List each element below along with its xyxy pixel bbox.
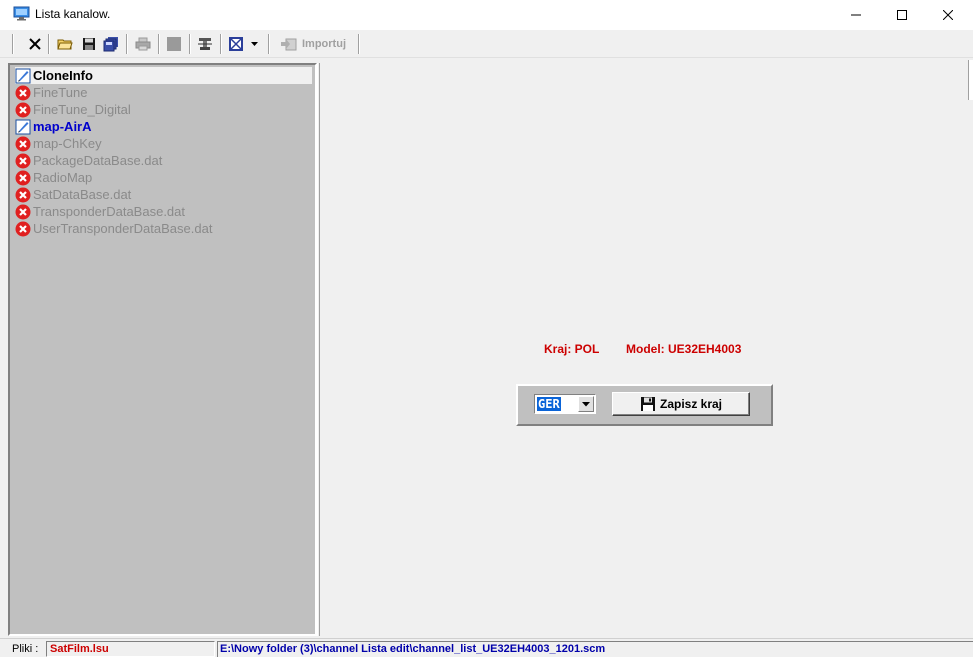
edit-icon xyxy=(15,119,31,134)
open-folder-icon xyxy=(57,39,73,50)
model-info: Model: UE32EH4003 xyxy=(626,342,742,356)
tree-item[interactable]: map-ChKey xyxy=(15,135,102,152)
save-country-label: Zapisz kraj xyxy=(659,397,723,411)
window-title: Lista kanalow. xyxy=(35,7,111,21)
toolbar-separator xyxy=(158,34,160,54)
import-label: Importuj xyxy=(302,38,346,50)
country-select[interactable]: GER xyxy=(534,394,596,414)
error-icon xyxy=(15,221,31,236)
edit-icon xyxy=(15,68,31,83)
close-icon xyxy=(943,10,953,20)
title-bar: Lista kanalow. xyxy=(0,0,973,30)
maximize-icon xyxy=(897,10,907,20)
save-button[interactable] xyxy=(78,33,100,55)
tree-item[interactable]: SatDataBase.dat xyxy=(15,186,131,203)
toolbar-separator xyxy=(358,34,360,54)
square-icon xyxy=(167,37,181,51)
view-dropdown-button[interactable] xyxy=(225,33,261,55)
close-window-button[interactable] xyxy=(925,0,971,30)
tree-item[interactable]: RadioMap xyxy=(15,169,92,186)
toolbar-separator xyxy=(268,34,270,54)
save-country-button[interactable]: Zapisz kraj xyxy=(612,392,750,416)
country-info: Kraj: POL xyxy=(544,342,600,356)
import-button[interactable]: Importuj xyxy=(278,33,348,55)
error-icon xyxy=(15,204,31,219)
tree-item-label: CloneInfo xyxy=(33,68,93,83)
error-icon xyxy=(15,187,31,202)
chevron-down-icon xyxy=(582,401,590,406)
current-file: SatFilm.lsu xyxy=(46,641,215,657)
error-icon xyxy=(15,102,31,117)
chevron-down-icon xyxy=(250,42,258,46)
minimize-button[interactable] xyxy=(833,0,879,30)
toolbar-separator xyxy=(48,34,50,54)
maximize-button[interactable] xyxy=(879,0,925,30)
toolbar-separator xyxy=(12,34,14,54)
error-icon xyxy=(15,136,31,151)
floppy-multi-icon xyxy=(103,37,118,52)
tree-item-label: map-ChKey xyxy=(33,136,102,151)
files-label: Pliki : xyxy=(12,643,39,655)
stop-button[interactable] xyxy=(163,33,185,55)
main-window: Lista kanalow. Importuj CloneInfo FineTu… xyxy=(0,0,973,657)
print-button[interactable] xyxy=(132,33,154,55)
error-icon xyxy=(15,170,31,185)
tree-item-label: map-AirA xyxy=(33,119,92,134)
floppy-icon xyxy=(640,397,655,411)
save-all-button[interactable] xyxy=(100,33,122,55)
tree-item-label: RadioMap xyxy=(33,170,93,185)
country-select-value: GER xyxy=(537,397,561,411)
tree-item[interactable]: map-AirA xyxy=(15,118,92,135)
grid-icon xyxy=(228,37,243,51)
error-icon xyxy=(15,153,31,168)
tree-item[interactable]: CloneInfo xyxy=(15,67,312,84)
file-path: E:\Nowy folder (3)\channel Lista edit\ch… xyxy=(217,641,973,657)
close-file-button[interactable] xyxy=(24,33,46,55)
toolbar: Importuj xyxy=(0,30,973,58)
tree-item[interactable]: FineTune_Digital xyxy=(15,101,131,118)
monitor-icon xyxy=(13,6,30,21)
floppy-icon xyxy=(83,38,95,50)
tree-item-label: PackageDataBase.dat xyxy=(33,153,163,168)
printer-icon xyxy=(135,37,151,51)
toolbar-separator xyxy=(220,34,222,54)
toolbar-separator xyxy=(126,34,128,54)
tree-item[interactable]: TransponderDataBase.dat xyxy=(15,203,185,220)
x-icon xyxy=(29,38,41,50)
tree-item-label: FineTune xyxy=(33,85,88,100)
error-icon xyxy=(15,85,31,100)
tools-icon xyxy=(198,38,212,50)
tree-item-label: SatDataBase.dat xyxy=(33,187,132,202)
tree-item-label: TransponderDataBase.dat xyxy=(33,204,186,219)
toolbar-separator xyxy=(189,34,191,54)
file-tree[interactable]: CloneInfo FineTune FineTune_Digital map-… xyxy=(8,63,317,636)
tree-item[interactable]: FineTune xyxy=(15,84,87,101)
minimize-icon xyxy=(851,14,861,16)
status-bar: Pliki : SatFilm.lsu E:\Nowy folder (3)\c… xyxy=(0,638,973,657)
tree-item-label: FineTune_Digital xyxy=(33,102,131,117)
country-select-dropdown[interactable] xyxy=(578,396,594,412)
tree-item-label: UserTransponderDataBase.dat xyxy=(33,221,213,236)
tree-item[interactable]: UserTransponderDataBase.dat xyxy=(15,220,212,237)
scrollbar-edge[interactable] xyxy=(968,60,973,100)
tools-button[interactable] xyxy=(194,33,216,55)
import-icon xyxy=(281,38,297,51)
open-button[interactable] xyxy=(54,33,76,55)
country-panel: GER Zapisz kraj xyxy=(516,384,773,426)
tree-item[interactable]: PackageDataBase.dat xyxy=(15,152,162,169)
